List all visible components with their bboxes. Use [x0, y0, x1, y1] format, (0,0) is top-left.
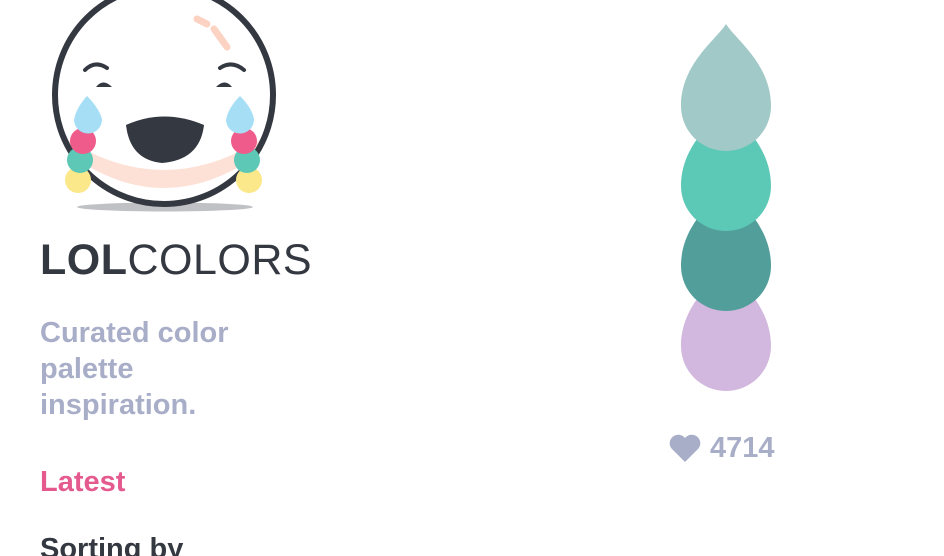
palette-card[interactable]	[679, 20, 773, 394]
like-count: 4714	[710, 432, 775, 464]
page: LOLCOLORS Curated color palette inspirat…	[0, 0, 944, 556]
brand-name-light: COLORS	[127, 236, 313, 284]
like-button[interactable]: 4714	[668, 430, 775, 466]
sorting-label: Sorting by	[40, 533, 184, 556]
logo-link[interactable]	[50, 0, 280, 216]
brand-title: LOLCOLORS	[40, 236, 312, 284]
nav-latest-link[interactable]: Latest	[40, 464, 125, 500]
laughing-face-logo-icon	[52, 0, 276, 212]
brand-name-bold: LOL	[40, 236, 128, 284]
palette-drops	[681, 24, 771, 391]
heart-icon	[669, 434, 701, 462]
palette-color-drop-1	[681, 24, 771, 151]
tagline: Curated color palette inspiration.	[40, 317, 229, 421]
